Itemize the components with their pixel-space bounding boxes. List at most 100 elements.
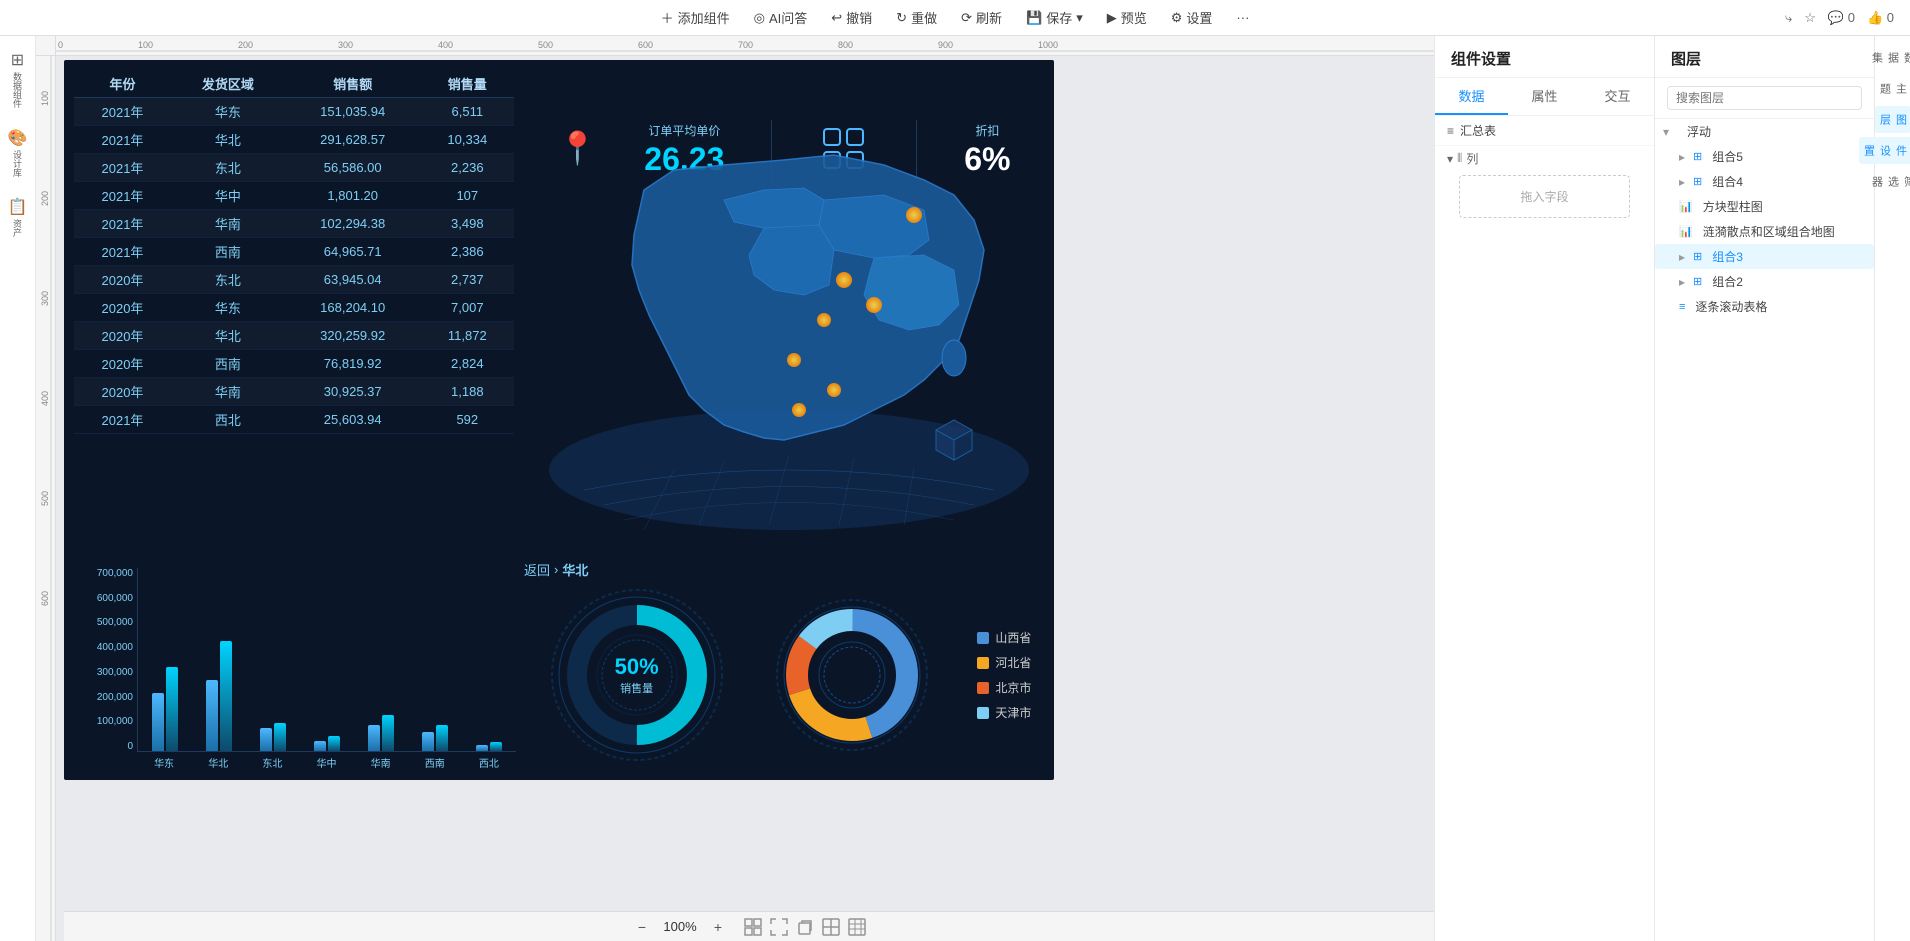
- bar-group: [476, 742, 502, 751]
- layers-search-input[interactable]: [1667, 86, 1862, 110]
- redo-button[interactable]: ↻ 重做: [886, 4, 947, 31]
- far-right-component-settings[interactable]: 组件设置: [1859, 137, 1910, 164]
- bar-col1: [152, 693, 164, 751]
- table-row: 2021年华北291,628.5710,334: [74, 126, 514, 154]
- refresh-button[interactable]: ⟳ 刷新: [951, 4, 1012, 31]
- table-icon[interactable]: [848, 918, 866, 936]
- settings-button[interactable]: ⚙ 设置: [1161, 4, 1223, 31]
- table-cell: 华东: [171, 294, 285, 322]
- layer-item[interactable]: 📊涟漪散点和区域组合地图: [1655, 219, 1874, 244]
- table-cell: 107: [421, 182, 514, 210]
- bar-col2: [490, 742, 502, 751]
- svg-text:600: 600: [40, 591, 50, 606]
- bar-group: [152, 667, 178, 751]
- table-row: 2021年华南102,294.383,498: [74, 210, 514, 238]
- layer-item[interactable]: ▸⊞组合3: [1655, 244, 1874, 269]
- table-cell: 2021年: [74, 154, 171, 182]
- data-source-item[interactable]: ≡ 汇总表: [1435, 116, 1654, 146]
- table-cell: 西北: [171, 406, 285, 434]
- svg-text:500: 500: [40, 491, 50, 506]
- col-section-icon: ▾: [1447, 152, 1453, 166]
- tab-data[interactable]: 数据: [1435, 78, 1508, 115]
- table-cell: 2021年: [74, 238, 171, 266]
- layer-type-icon: ≡: [1679, 301, 1685, 313]
- bar-y-labels: 700,000 600,000 500,000 400,000 300,000 …: [72, 568, 137, 752]
- layer-type-icon: ⊞: [1693, 150, 1702, 163]
- design-icon: 🎨: [8, 128, 28, 148]
- expand-arrow: ▸: [1679, 275, 1685, 289]
- sidebar-item-assets[interactable]: 📋 资产: [0, 191, 35, 243]
- sidebar-item-design[interactable]: 🎨 设计库: [0, 122, 35, 183]
- table-cell: 76,819.92: [285, 350, 421, 378]
- table-cell: 25,603.94: [285, 406, 421, 434]
- bar-x-labels: 华东华北东北华中华南西南西北: [137, 752, 516, 772]
- star-icon[interactable]: ☆: [1804, 10, 1816, 26]
- sidebar-item-components[interactable]: ⊞ 数据组件: [0, 44, 35, 114]
- left-sidebar: ⊞ 数据组件 🎨 设计库 📋 资产: [0, 36, 36, 941]
- donut1-label: 销售量: [615, 680, 659, 696]
- bar-col2: [328, 736, 340, 751]
- far-right-layers[interactable]: 图层: [1875, 106, 1910, 133]
- far-right-dataset[interactable]: 数据集: [1867, 44, 1910, 71]
- svg-text:0: 0: [58, 40, 63, 50]
- assets-label: 资产: [11, 219, 24, 237]
- bar-x-label: 华南: [371, 755, 391, 770]
- layers-title: 图层: [1655, 36, 1874, 78]
- layer-item[interactable]: ▸⊞组合5: [1655, 144, 1874, 169]
- save-button[interactable]: 💾 保存 ▾: [1016, 4, 1093, 31]
- main-layout: ⊞ 数据组件 🎨 设计库 📋 资产 0 100 200 300 400: [0, 36, 1910, 941]
- add-component-button[interactable]: ＋ 添加组件: [651, 4, 740, 31]
- svg-text:200: 200: [40, 191, 50, 206]
- donut-sales-qty: 50% 销售量: [547, 585, 727, 765]
- bar-area: [137, 568, 516, 752]
- bar-x-label: 华北: [208, 755, 228, 770]
- layer-item[interactable]: 📊方块型柱图: [1655, 194, 1874, 219]
- bar-col2: [274, 723, 286, 751]
- col-header-region: 发货区域: [171, 70, 285, 98]
- expand-icon[interactable]: [770, 918, 788, 936]
- layer-item-label: 组合5: [1712, 148, 1743, 165]
- layer-item[interactable]: ▾浮动: [1655, 119, 1874, 144]
- share-icon[interactable]: ⤷: [1785, 10, 1792, 26]
- layer-item[interactable]: ≡逐条滚动表格: [1655, 294, 1874, 319]
- svg-text:800: 800: [838, 40, 853, 50]
- bar-x-label: 西南: [425, 755, 445, 770]
- grid-icon[interactable]: [822, 918, 840, 936]
- fit-icon[interactable]: [744, 918, 762, 936]
- svg-text:300: 300: [338, 40, 353, 50]
- bottom-bar: − 100% +: [64, 911, 1434, 941]
- table-cell: 2,737: [421, 266, 514, 294]
- copy-icon[interactable]: [796, 918, 814, 936]
- comment-count: 💬 0: [1828, 10, 1855, 26]
- layers-search: [1655, 78, 1874, 119]
- undo-button[interactable]: ↩ 撤销: [821, 4, 882, 31]
- legend-item-shanxi: 山西省: [977, 629, 1031, 646]
- layer-item-label: 组合2: [1712, 273, 1743, 290]
- far-right-theme[interactable]: 主题: [1875, 75, 1910, 102]
- col-section-label: 列: [1466, 150, 1478, 167]
- tab-properties[interactable]: 属性: [1508, 78, 1581, 115]
- more-button[interactable]: ···: [1226, 6, 1259, 29]
- bar-group: [260, 723, 286, 751]
- legend-item-tianjin: 天津市: [977, 704, 1031, 721]
- table-row: 2020年华南30,925.371,188: [74, 378, 514, 406]
- ruler-corner: [36, 36, 56, 56]
- far-right-filter[interactable]: 筛选器: [1867, 168, 1910, 195]
- comp-settings-panel: 组件设置 数据 属性 交互 ≡ 汇总表 ▾ ⦀ 列 拖入字段: [1434, 36, 1654, 941]
- layer-item[interactable]: ▸⊞组合4: [1655, 169, 1874, 194]
- bar-chart: 700,000 600,000 500,000 400,000 300,000 …: [64, 560, 524, 780]
- drag-area[interactable]: 拖入字段: [1459, 175, 1630, 218]
- preview-button[interactable]: ▶ 预览: [1097, 4, 1157, 31]
- table-row: 2021年华中1,801.20107: [74, 182, 514, 210]
- table-cell: 11,872: [421, 322, 514, 350]
- ai-qa-button[interactable]: ◎ AI问答: [744, 4, 818, 31]
- components-label: 数据组件: [11, 72, 24, 108]
- zoom-minus-button[interactable]: −: [632, 917, 652, 937]
- legend-label-shanxi: 山西省: [995, 629, 1031, 646]
- bar-group: [368, 715, 394, 751]
- table-cell: 2020年: [74, 322, 171, 350]
- tab-interaction[interactable]: 交互: [1581, 78, 1654, 115]
- zoom-plus-button[interactable]: +: [708, 917, 728, 937]
- layer-item[interactable]: ▸⊞组合2: [1655, 269, 1874, 294]
- expand-arrow: ▾: [1663, 125, 1669, 139]
